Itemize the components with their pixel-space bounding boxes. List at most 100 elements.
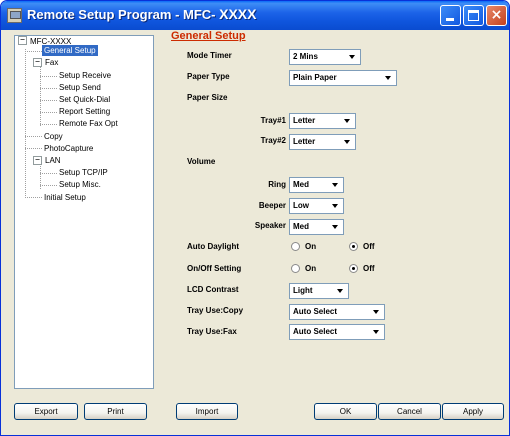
minimize-icon	[446, 18, 454, 21]
window-title-model: XXXX	[219, 6, 257, 22]
tree-item-lan[interactable]: LAN	[45, 155, 61, 166]
speaker-label: Speaker	[254, 221, 286, 230]
onoff-setting-off-label[interactable]: Off	[363, 264, 375, 273]
tree-item-copy[interactable]: Copy	[44, 131, 63, 142]
window-title: Remote Setup Program - MFC- XXXX	[27, 6, 256, 22]
paper-type-label: Paper Type	[187, 72, 230, 81]
mode-timer-label: Mode Timer	[187, 51, 232, 60]
print-button[interactable]: Print	[84, 403, 147, 420]
onoff-setting-on-radio[interactable]	[291, 264, 300, 273]
auto-daylight-off-radio[interactable]	[349, 242, 358, 251]
beeper-select[interactable]: Low	[289, 198, 344, 214]
volume-label: Volume	[187, 157, 216, 166]
minimize-button[interactable]	[440, 5, 461, 26]
tree-item-report-setting[interactable]: Report Setting	[59, 106, 110, 117]
tray-use-fax-select[interactable]: Auto Select	[289, 324, 385, 340]
chevron-down-icon	[341, 136, 354, 148]
tree-item-initial-setup[interactable]: Initial Setup	[44, 192, 86, 203]
tree-connector	[40, 66, 41, 126]
paper-type-select[interactable]: Plain Paper	[289, 70, 397, 86]
tree-connector	[25, 136, 42, 137]
tree-connector	[25, 49, 26, 198]
tray2-value: Letter	[293, 137, 316, 146]
close-icon: ×	[490, 7, 503, 23]
chevron-down-icon	[341, 115, 354, 127]
beeper-value: Low	[293, 201, 309, 210]
tree-connector	[40, 173, 57, 174]
lcd-contrast-label: LCD Contrast	[187, 285, 239, 294]
import-button[interactable]: Import	[176, 403, 238, 420]
tray1-label: Tray#1	[260, 116, 286, 125]
ok-button[interactable]: OK	[314, 403, 377, 420]
expander-fax[interactable]: −	[33, 58, 42, 67]
speaker-select[interactable]: Med	[289, 219, 344, 235]
tray-use-copy-label: Tray Use:Copy	[187, 306, 244, 315]
tree-item-setup-send[interactable]: Setup Send	[59, 82, 101, 93]
tray1-value: Letter	[293, 116, 316, 125]
tree-connector	[25, 148, 42, 149]
tree-item-general-setup[interactable]: General Setup	[42, 45, 98, 56]
apply-button[interactable]: Apply	[442, 403, 504, 420]
tree-item-set-quick-dial[interactable]: Set Quick-Dial	[59, 94, 110, 105]
tree-connector	[40, 88, 57, 89]
ring-label: Ring	[268, 180, 286, 189]
tray1-select[interactable]: Letter	[289, 113, 356, 129]
chevron-down-icon	[334, 285, 347, 297]
expander-mfc[interactable]: −	[18, 36, 27, 45]
onoff-setting-label: On/Off Setting	[187, 264, 242, 273]
tray-use-copy-value: Auto Select	[293, 307, 338, 316]
tree-connector	[40, 76, 57, 77]
chevron-down-icon	[329, 179, 342, 191]
paper-size-label: Paper Size	[187, 93, 228, 102]
chevron-down-icon	[370, 306, 383, 318]
title-bar[interactable]: Remote Setup Program - MFC- XXXX ×	[1, 1, 509, 30]
auto-daylight-on-radio[interactable]	[291, 242, 300, 251]
ring-value: Med	[293, 180, 309, 189]
lcd-contrast-select[interactable]: Light	[289, 283, 349, 299]
tree-item-setup-tcpip[interactable]: Setup TCP/IP	[59, 167, 108, 178]
tree-item-setup-receive[interactable]: Setup Receive	[59, 70, 111, 81]
mode-timer-value: 2 Mins	[293, 52, 318, 61]
auto-daylight-label: Auto Daylight	[187, 242, 239, 251]
maximize-icon	[468, 10, 479, 21]
app-icon	[7, 8, 22, 23]
window-title-prefix: Remote Setup Program - MFC-	[27, 7, 220, 22]
tree-connector	[40, 185, 57, 186]
chevron-down-icon	[329, 221, 342, 233]
tree-item-photocapture[interactable]: PhotoCapture	[44, 143, 93, 154]
settings-tree[interactable]: − MFC-XXXX General Setup − Fax Setup Rec…	[14, 35, 154, 389]
tray-use-fax-value: Auto Select	[293, 327, 338, 336]
section-title: General Setup	[171, 30, 246, 42]
tree-connector	[40, 100, 57, 101]
tray-use-copy-select[interactable]: Auto Select	[289, 304, 385, 320]
tray2-select[interactable]: Letter	[289, 134, 356, 150]
tree-item-setup-misc[interactable]: Setup Misc.	[59, 179, 101, 190]
maximize-button[interactable]	[463, 5, 484, 26]
remote-setup-window: Remote Setup Program - MFC- XXXX × − MFC…	[0, 0, 510, 436]
chevron-down-icon	[382, 72, 395, 84]
export-button[interactable]: Export	[14, 403, 78, 420]
tray-use-fax-label: Tray Use:Fax	[187, 327, 237, 336]
tree-item-remote-fax-opt[interactable]: Remote Fax Opt	[59, 118, 118, 129]
chevron-down-icon	[370, 326, 383, 338]
tree-connector	[25, 197, 42, 198]
cancel-button[interactable]: Cancel	[378, 403, 441, 420]
tree-connector	[25, 51, 42, 52]
tree-item-fax[interactable]: Fax	[45, 57, 58, 68]
ring-select[interactable]: Med	[289, 177, 344, 193]
auto-daylight-on-label[interactable]: On	[305, 242, 316, 251]
tree-connector	[40, 112, 57, 113]
beeper-label: Beeper	[258, 201, 286, 210]
mode-timer-select[interactable]: 2 Mins	[289, 49, 361, 65]
onoff-setting-on-label[interactable]: On	[305, 264, 316, 273]
tray2-label: Tray#2	[260, 136, 286, 145]
chevron-down-icon	[346, 51, 359, 63]
auto-daylight-off-label[interactable]: Off	[363, 242, 375, 251]
expander-lan[interactable]: −	[33, 156, 42, 165]
paper-type-value: Plain Paper	[293, 73, 337, 82]
tree-connector	[40, 124, 57, 125]
onoff-setting-off-radio[interactable]	[349, 264, 358, 273]
close-button[interactable]: ×	[486, 5, 507, 26]
chevron-down-icon	[329, 200, 342, 212]
speaker-value: Med	[293, 222, 309, 231]
